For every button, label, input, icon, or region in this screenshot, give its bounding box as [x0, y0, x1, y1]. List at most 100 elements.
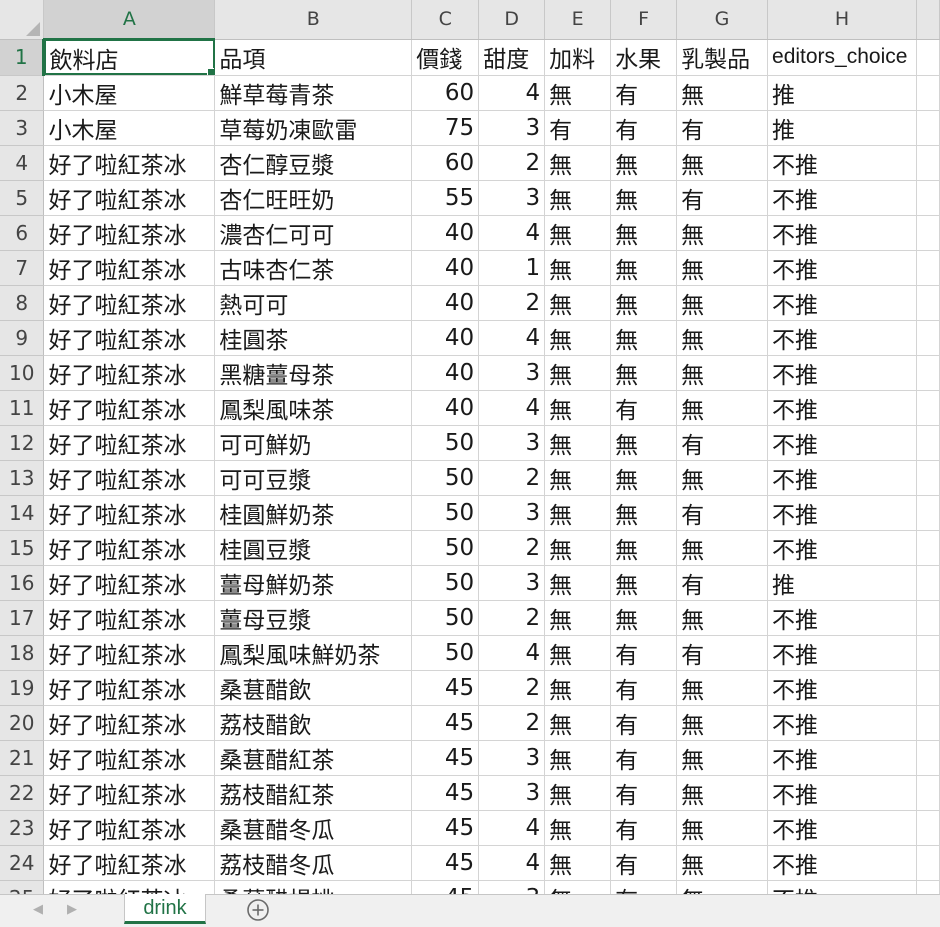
cell-c22[interactable]: 45 — [411, 775, 480, 811]
cell-f13[interactable]: 無 — [610, 460, 678, 496]
cell-a13[interactable]: 好了啦紅茶冰 — [43, 460, 216, 496]
cell-i1[interactable] — [916, 39, 940, 76]
cell-a18[interactable]: 好了啦紅茶冰 — [43, 635, 216, 671]
cell-h21[interactable]: 不推 — [767, 740, 917, 776]
cell-d15[interactable]: 2 — [478, 530, 546, 566]
cell-a8[interactable]: 好了啦紅茶冰 — [43, 285, 216, 321]
row-header[interactable]: 23 — [0, 810, 45, 846]
column-header-c[interactable]: C — [411, 0, 480, 40]
cell-e16[interactable]: 無 — [544, 565, 612, 601]
cell-h15[interactable]: 不推 — [767, 530, 917, 566]
cell-a12[interactable]: 好了啦紅茶冰 — [43, 425, 216, 461]
cell-e11[interactable]: 無 — [544, 390, 612, 426]
row-header[interactable]: 9 — [0, 320, 45, 356]
cell-h18[interactable]: 不推 — [767, 635, 917, 671]
cell-e13[interactable]: 無 — [544, 460, 612, 496]
cell-f5[interactable]: 無 — [610, 180, 678, 216]
cell-i14[interactable] — [916, 495, 940, 531]
cell-i16[interactable] — [916, 565, 940, 601]
cell-a11[interactable]: 好了啦紅茶冰 — [43, 390, 216, 426]
row-header[interactable]: 4 — [0, 145, 45, 181]
cell-c9[interactable]: 40 — [411, 320, 480, 356]
cell-a25[interactable]: 好了啦紅茶冰 — [43, 880, 216, 894]
cell-c24[interactable]: 45 — [411, 845, 480, 881]
cell-a6[interactable]: 好了啦紅茶冰 — [43, 215, 216, 251]
cell-g14[interactable]: 有 — [676, 495, 769, 531]
cell-f3[interactable]: 有 — [610, 110, 678, 146]
cell-d7[interactable]: 1 — [478, 250, 546, 286]
cell-b19[interactable]: 桑葚醋飲 — [214, 670, 413, 706]
column-header-b[interactable]: B — [214, 0, 413, 40]
cell-h11[interactable]: 不推 — [767, 390, 917, 426]
cell-g25[interactable]: 無 — [676, 880, 769, 894]
cell-h24[interactable]: 不推 — [767, 845, 917, 881]
cell-c5[interactable]: 55 — [411, 180, 480, 216]
cell-d13[interactable]: 2 — [478, 460, 546, 496]
cell-b4[interactable]: 杏仁醇豆漿 — [214, 145, 413, 181]
spreadsheet-grid-area[interactable]: ABCDEFGH 1 飲料店 品項 價錢 甜度 加料 水果 乳製品 editors_choice… — [0, 0, 940, 894]
cell-a7[interactable]: 好了啦紅茶冰 — [43, 250, 216, 286]
cell-f6[interactable]: 無 — [610, 215, 678, 251]
cell-b15[interactable]: 桂圓豆漿 — [214, 530, 413, 566]
cell-h2[interactable]: 推 — [767, 75, 917, 111]
cell-d10[interactable]: 3 — [478, 355, 546, 391]
cell-f2[interactable]: 有 — [610, 75, 678, 111]
cell-b9[interactable]: 桂圓茶 — [214, 320, 413, 356]
cell-f17[interactable]: 無 — [610, 600, 678, 636]
cell-f8[interactable]: 無 — [610, 285, 678, 321]
cell-d1[interactable]: 甜度 — [478, 39, 546, 76]
cell-c17[interactable]: 50 — [411, 600, 480, 636]
cell-e22[interactable]: 無 — [544, 775, 612, 811]
column-header-h[interactable]: H — [767, 0, 917, 40]
cell-h9[interactable]: 不推 — [767, 320, 917, 356]
cell-a22[interactable]: 好了啦紅茶冰 — [43, 775, 216, 811]
cell-f19[interactable]: 有 — [610, 670, 678, 706]
select-all-button[interactable] — [0, 0, 45, 40]
cell-a5[interactable]: 好了啦紅茶冰 — [43, 180, 216, 216]
cell-d21[interactable]: 3 — [478, 740, 546, 776]
cell-a2[interactable]: 小木屋 — [43, 75, 216, 111]
cell-g22[interactable]: 無 — [676, 775, 769, 811]
cell-e1[interactable]: 加料 — [544, 39, 612, 76]
cell-c1[interactable]: 價錢 — [411, 39, 480, 76]
cell-i17[interactable] — [916, 600, 940, 636]
cell-i20[interactable] — [916, 705, 940, 741]
cell-b14[interactable]: 桂圓鮮奶茶 — [214, 495, 413, 531]
row-header[interactable]: 11 — [0, 390, 45, 426]
cell-d23[interactable]: 4 — [478, 810, 546, 846]
cell-f10[interactable]: 無 — [610, 355, 678, 391]
cell-e14[interactable]: 無 — [544, 495, 612, 531]
cell-g12[interactable]: 有 — [676, 425, 769, 461]
cell-d24[interactable]: 4 — [478, 845, 546, 881]
cell-g10[interactable]: 無 — [676, 355, 769, 391]
cell-e7[interactable]: 無 — [544, 250, 612, 286]
cell-g4[interactable]: 無 — [676, 145, 769, 181]
cell-e12[interactable]: 無 — [544, 425, 612, 461]
cell-h8[interactable]: 不推 — [767, 285, 917, 321]
cell-h5[interactable]: 不推 — [767, 180, 917, 216]
row-header[interactable]: 15 — [0, 530, 45, 566]
row-header[interactable]: 19 — [0, 670, 45, 706]
cell-g6[interactable]: 無 — [676, 215, 769, 251]
cell-a1[interactable]: 飲料店 — [43, 39, 216, 76]
cell-i24[interactable] — [916, 845, 940, 881]
cell-i3[interactable] — [916, 110, 940, 146]
cell-g15[interactable]: 無 — [676, 530, 769, 566]
column-header-g[interactable]: G — [676, 0, 769, 40]
cell-d9[interactable]: 4 — [478, 320, 546, 356]
row-header[interactable]: 3 — [0, 110, 45, 146]
cell-d8[interactable]: 2 — [478, 285, 546, 321]
cell-i21[interactable] — [916, 740, 940, 776]
row-header[interactable]: 20 — [0, 705, 45, 741]
cell-c2[interactable]: 60 — [411, 75, 480, 111]
cell-f24[interactable]: 有 — [610, 845, 678, 881]
cell-b18[interactable]: 鳳梨風味鮮奶茶 — [214, 635, 413, 671]
cell-i13[interactable] — [916, 460, 940, 496]
cell-g8[interactable]: 無 — [676, 285, 769, 321]
cell-g20[interactable]: 無 — [676, 705, 769, 741]
cell-e10[interactable]: 無 — [544, 355, 612, 391]
cell-b2[interactable]: 鮮草莓青茶 — [214, 75, 413, 111]
cell-f22[interactable]: 有 — [610, 775, 678, 811]
cell-h23[interactable]: 不推 — [767, 810, 917, 846]
cell-e9[interactable]: 無 — [544, 320, 612, 356]
